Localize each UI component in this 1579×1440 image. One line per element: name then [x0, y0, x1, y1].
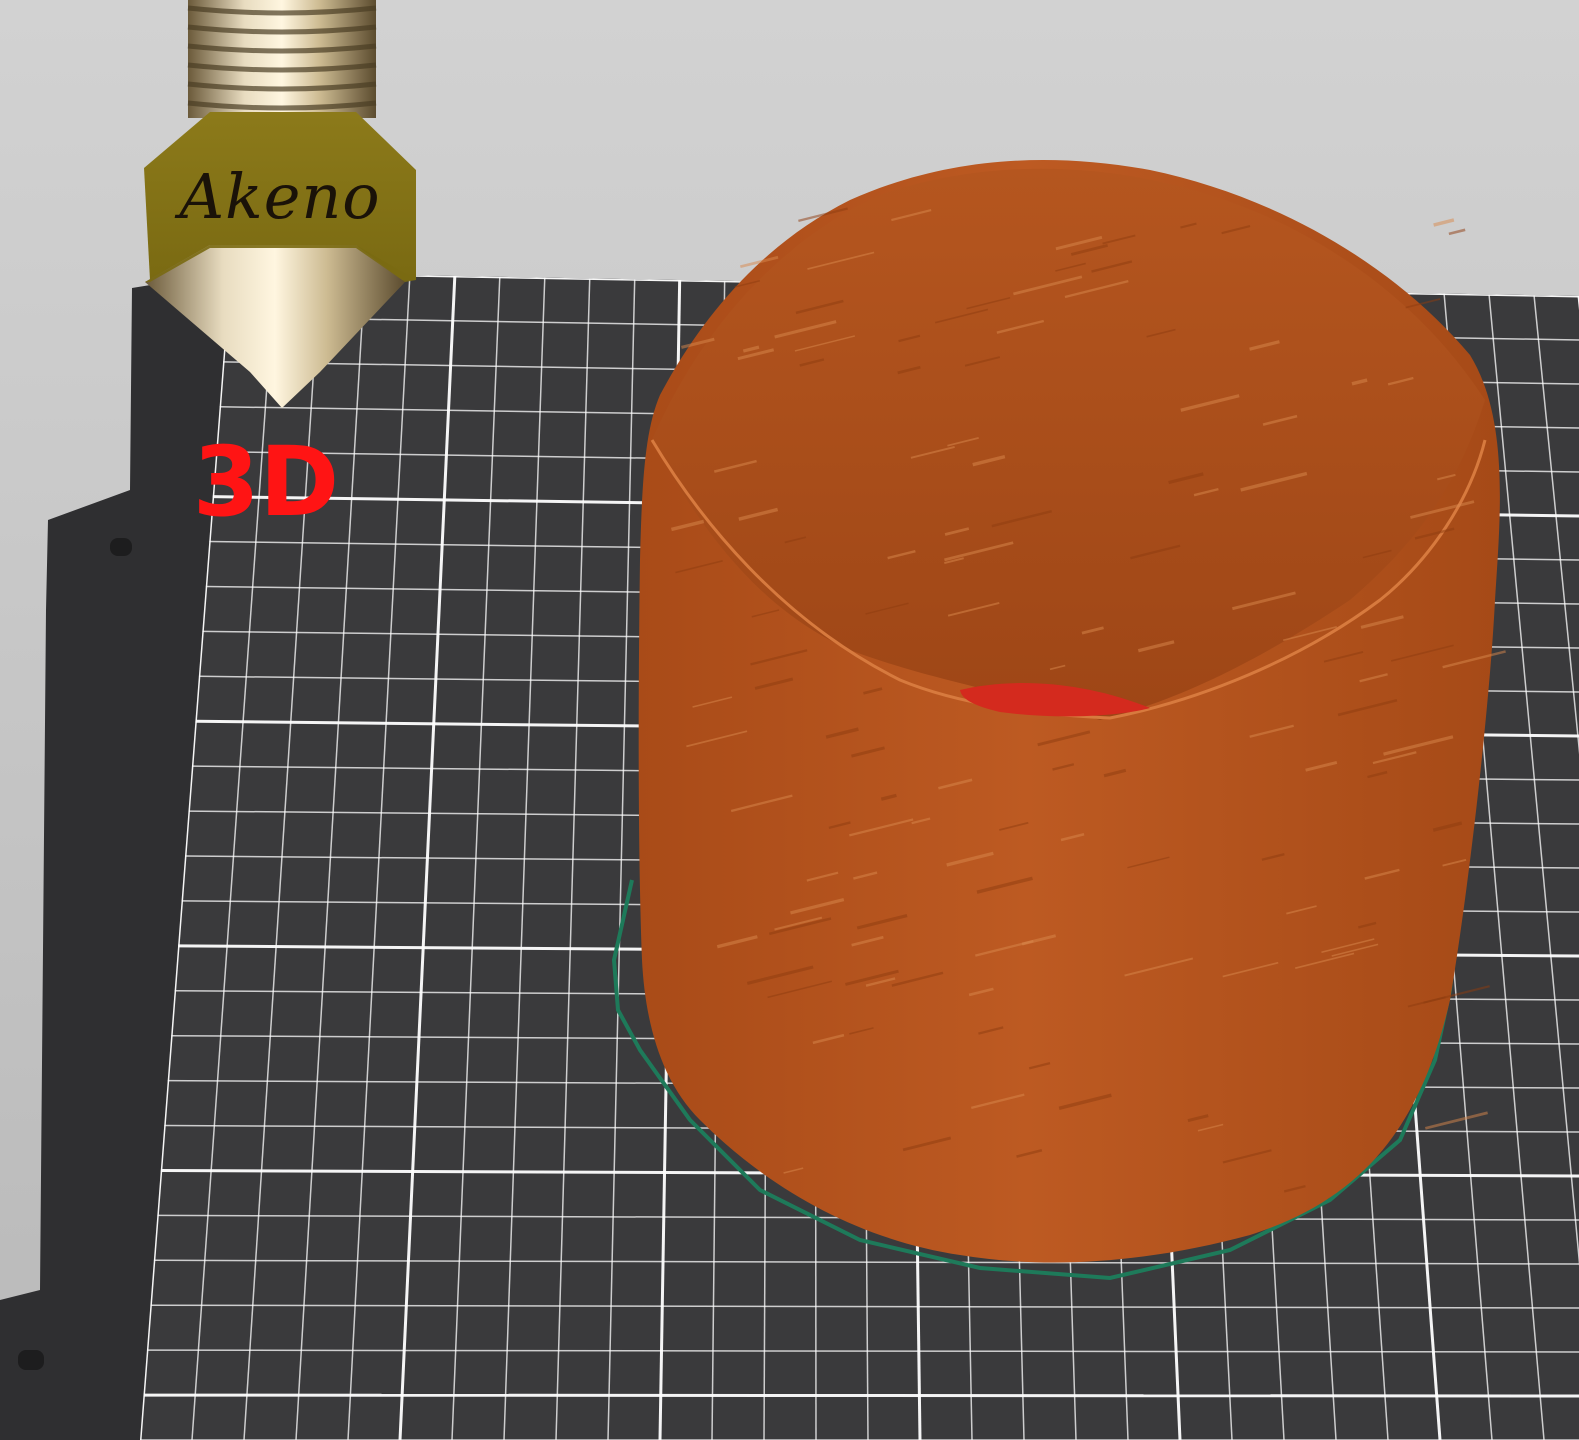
grid-line-horizontal [143, 1393, 1579, 1398]
3d-preview-viewport[interactable]: Akeno 3D [0, 0, 1579, 1440]
frame-notch [110, 538, 132, 556]
print-object[interactable] [638, 160, 1506, 1263]
scene-canvas[interactable]: Akeno 3D [0, 0, 1579, 1440]
frame-notch [18, 1350, 44, 1370]
logo-brand-text: Akeno [174, 160, 380, 233]
nozzle-thread [188, 0, 376, 118]
logo-3d-text: 3D [193, 426, 339, 538]
